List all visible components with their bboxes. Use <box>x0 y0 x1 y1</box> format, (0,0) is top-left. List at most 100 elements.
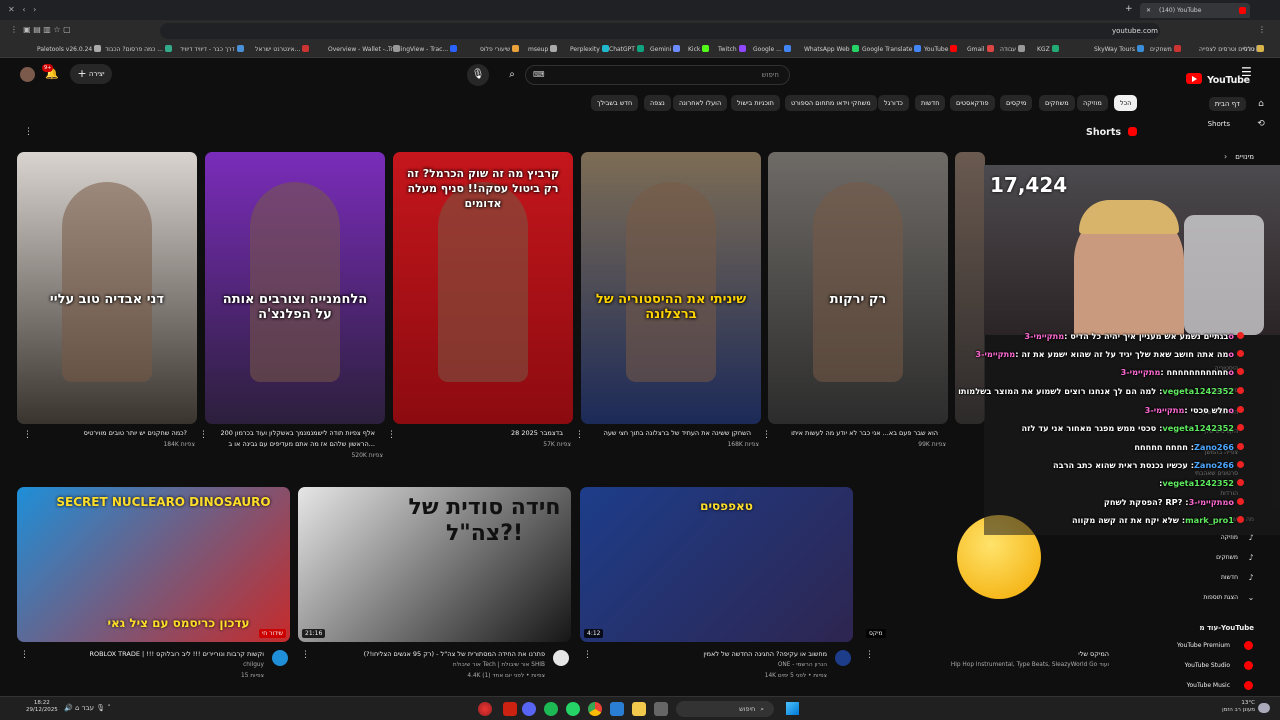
keyboard-icon[interactable]: ⌨ <box>533 70 545 79</box>
short-card-partial[interactable] <box>955 152 985 424</box>
short-title[interactable]: 200 אלף צפיות תודה לישמנמנמך באשקלון ועו… <box>205 429 375 437</box>
video-title[interactable]: המיקס שלי <box>874 650 1109 658</box>
chip-7[interactable]: משחקי וידאו מתחום הספורט <box>785 95 877 111</box>
bookmark-item[interactable]: mseup <box>528 45 558 53</box>
chip-9[interactable]: הועלו לאחרונה <box>673 95 728 111</box>
short-card[interactable]: רק ירקות <box>768 152 948 424</box>
tab-close-icon[interactable]: ✕ <box>1146 7 1151 14</box>
video-title[interactable]: מחשוב או עקיפה? החגיגה החדשה של לאמין <box>592 650 827 658</box>
discord-icon[interactable] <box>522 702 536 716</box>
edge-icon[interactable] <box>478 702 492 716</box>
chip-0[interactable]: הכל <box>1114 95 1138 111</box>
video-menu-icon[interactable]: ⋮ <box>583 650 592 660</box>
tray-clock[interactable]: 18:22 29/12/2025 <box>26 700 58 714</box>
bookmark-item[interactable]: משחקים <box>1150 45 1181 53</box>
short-menu-icon[interactable]: ⋮ <box>575 430 584 440</box>
create-button[interactable]: + יצירה <box>70 64 112 84</box>
channel-avatar[interactable] <box>272 650 288 666</box>
video-menu-icon[interactable]: ⋮ <box>301 650 310 660</box>
chip-1[interactable]: מוזיקה <box>1077 95 1108 111</box>
bookmark-item[interactable]: Gmail <box>967 45 994 53</box>
channel-avatar[interactable] <box>835 650 851 666</box>
short-title[interactable]: השחקן ששינה את העתיד של ברצלונה בתוך חצי… <box>581 429 751 437</box>
spotify-icon[interactable] <box>544 702 558 716</box>
bookmark-item[interactable]: SkyWay Tours <box>1094 45 1145 53</box>
short-menu-icon[interactable]: ⋮ <box>762 430 771 440</box>
bookmark-item[interactable]: כמה פרסום? הכבוד ... <box>105 45 172 53</box>
bookmark-item[interactable]: KGZ <box>1037 45 1059 53</box>
bookmark-item[interactable]: עבודה <box>1000 45 1026 53</box>
short-title[interactable]: כמה שחקנים יש יותר טובים מווירטיס? <box>17 429 187 437</box>
new-tab-button[interactable]: + <box>1125 4 1133 14</box>
bookmark-item[interactable]: שיעורי פלוס <box>480 45 520 53</box>
bookmark-item[interactable]: WhatsApp Web <box>804 45 859 53</box>
video-thumbnail[interactable]: SECRET NUCLEARO DINOSAURO עדכון כריסמס עם… <box>17 487 290 642</box>
bookmark-item[interactable]: Kick <box>688 45 710 53</box>
weather-widget[interactable]: 13°C מעונן רב הזמן <box>1205 700 1255 714</box>
chip-11[interactable]: חדש בשבילך <box>591 95 639 111</box>
short-card[interactable]: דני אבדיה טוב עליי <box>17 152 197 424</box>
chip-6[interactable]: כדורגל <box>878 95 909 111</box>
short-menu-icon[interactable]: ⋮ <box>23 430 32 440</box>
video-menu-icon[interactable]: ⋮ <box>20 650 29 660</box>
search-button[interactable]: ⌕ <box>501 64 523 86</box>
app-icon-red[interactable] <box>503 702 517 716</box>
sidebar-item-shorts[interactable]: Shorts <box>1208 120 1230 128</box>
video-thumbnail[interactable]: טאפפסים 4:12 <box>580 487 853 642</box>
taskbar-search[interactable]: חיפוש ⌕ <box>676 701 774 717</box>
chip-8[interactable]: תוכניות בישול <box>731 95 780 111</box>
chrome-icon[interactable] <box>588 702 602 716</box>
bookmark-item[interactable]: Perplexity <box>570 45 609 53</box>
tab-youtube[interactable]: ✕ (140) YouTube <box>1140 3 1250 18</box>
video-channel[interactable]: ONE - הנרון הרשמי <box>592 662 827 668</box>
chip-10[interactable]: נצפה <box>644 95 671 111</box>
video-menu-icon[interactable]: ⋮ <box>865 650 874 660</box>
sidebar-explore-3[interactable]: הצגת תוספות <box>1203 594 1238 601</box>
chip-5[interactable]: חדשות <box>915 95 946 111</box>
video-thumbnail[interactable]: חידה סודית של צה"ל?! 21:16 <box>298 487 571 642</box>
short-menu-icon[interactable]: ⋮ <box>199 430 208 440</box>
store-icon[interactable] <box>610 702 624 716</box>
bookmark-item[interactable]: Google ... <box>753 45 791 53</box>
video-title[interactable]: פתרנו את החידה המסתורית של צה"ל - (רק 95… <box>310 650 545 658</box>
bookmark-item[interactable]: Google Translate <box>862 45 922 53</box>
sidebar-item-home[interactable]: דף הבית <box>1208 97 1246 111</box>
sidebar-more-1[interactable]: YouTube Studio <box>1185 662 1230 669</box>
bookmark-item[interactable]: סרטים וטרסים לצפייה <box>1199 45 1264 53</box>
short-title[interactable]: הוא שבר פעם בא... אני כבר לא יודע מה לעש… <box>768 429 938 437</box>
whatsapp-icon[interactable] <box>566 702 580 716</box>
sidebar-more-2[interactable]: YouTube Music <box>1187 682 1230 689</box>
bookmark-item[interactable]: אינטרנט ישראל... <box>255 45 310 53</box>
chip-3[interactable]: מיקסים <box>1000 95 1033 111</box>
bookmark-item[interactable]: Paletools v26.0.24 <box>37 45 102 53</box>
chip-4[interactable]: פודקאסטים <box>950 95 995 111</box>
short-title[interactable]: 28 בדצמבר 2025 <box>393 429 563 437</box>
youtube-logo[interactable]: YouTube <box>1186 68 1250 86</box>
voice-search-button[interactable]: 🎙 <box>467 64 489 86</box>
sidebar-explore-2[interactable]: חדשות <box>1221 574 1238 581</box>
sidebar-explore-1[interactable]: משחקים <box>1216 554 1238 561</box>
search-input[interactable]: חיפוש <box>525 65 790 85</box>
sidebar-explore-0[interactable]: מוזיקה <box>1221 534 1238 541</box>
bookmark-item[interactable]: YouTube <box>924 45 958 53</box>
bookmark-item[interactable]: ChatGPT <box>609 45 644 53</box>
sidebar-more-0[interactable]: YouTube Premium <box>1177 642 1230 649</box>
language-indicator[interactable]: עבר <box>82 704 94 712</box>
bookmark-item[interactable]: Twitch <box>718 45 746 53</box>
chip-2[interactable]: משחקים <box>1039 95 1075 111</box>
avatar[interactable] <box>20 67 35 82</box>
short-card[interactable]: הלחמנייה וצורבים אותה על הפלנצ'ה <box>205 152 385 424</box>
file-explorer-icon[interactable] <box>632 702 646 716</box>
sidebar-item-subscriptions[interactable]: מינויים <box>1235 153 1254 161</box>
address-bar[interactable] <box>160 23 1160 39</box>
notifications-button[interactable]: 🔔 9+ <box>42 64 59 80</box>
shorts-menu-icon[interactable]: ⋮ <box>24 127 33 137</box>
video-title[interactable]: ROBLOX TRADE | !!! וקשות קרבות ונוריירים… <box>29 650 264 658</box>
video-channel[interactable]: chilguy <box>29 662 264 668</box>
browser-menu-icon[interactable]: ⋮ <box>1258 25 1266 34</box>
start-button[interactable] <box>786 702 799 715</box>
video-channel[interactable]: אור שיבולת Tech | אור שיבולת SHIB <box>310 662 545 668</box>
short-menu-icon[interactable]: ⋮ <box>387 430 396 440</box>
short-card[interactable]: קרביץ מה זה שוק הכרמל? זה רק ביטול עסקה!… <box>393 152 573 424</box>
bookmark-item[interactable]: דרך כבר - דיוויד דיוויד <box>180 45 244 53</box>
